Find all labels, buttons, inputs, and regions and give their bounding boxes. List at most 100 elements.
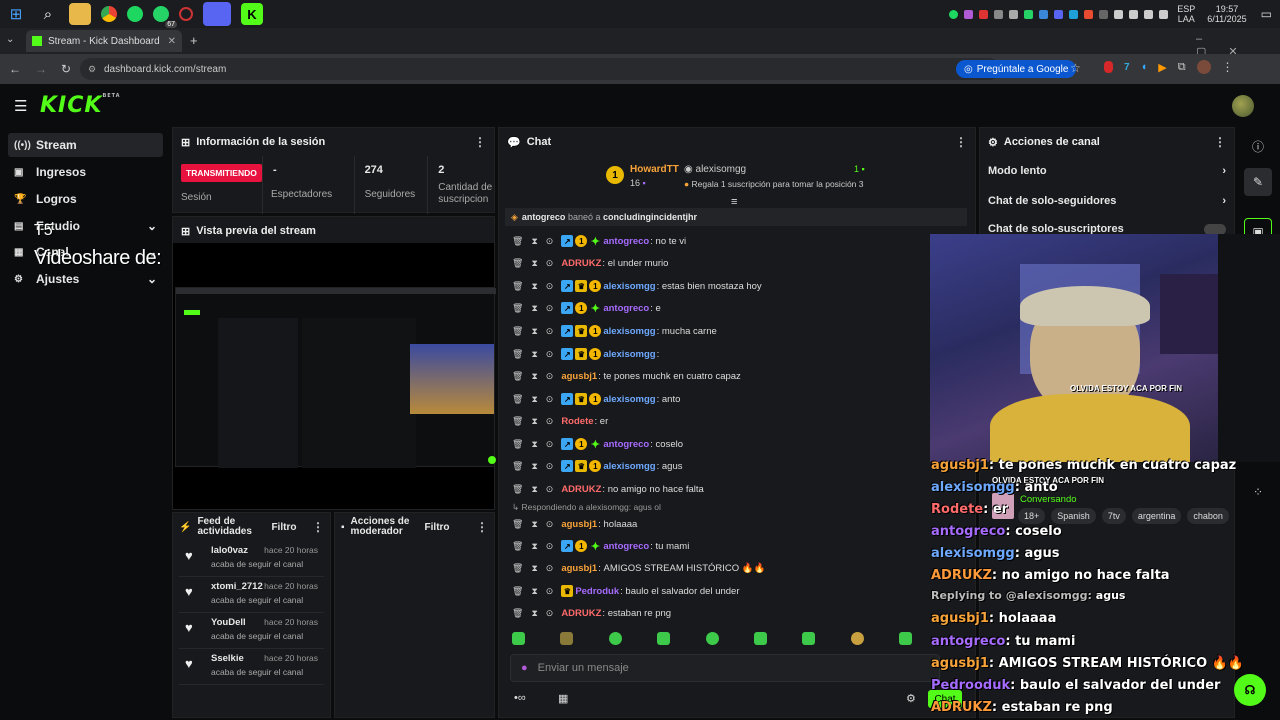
chat-message[interactable]: 🗑 ⧗ ⊙ agusbj1: holaaaa: [512, 514, 637, 534]
gift-user-name[interactable]: alexisomgg: [696, 164, 747, 175]
mod-shield-icon[interactable]: ⊙: [546, 281, 554, 292]
chat-username[interactable]: alexisomgg: [603, 349, 655, 360]
delete-icon[interactable]: 🗑: [512, 281, 523, 292]
extensions-icon[interactable]: ⧉: [1178, 61, 1186, 74]
chat-message[interactable]: 🗑 ⧗ ⊙ ↗ 1 ✦ antogreco: e: [512, 298, 661, 318]
delete-icon[interactable]: 🗑: [512, 326, 523, 337]
timeout-icon[interactable]: ⧗: [531, 461, 537, 472]
chat-username[interactable]: antogreco: [603, 439, 649, 450]
chat-username[interactable]: agusbj1: [561, 563, 597, 574]
clock[interactable]: 19:57 6/11/2025: [1207, 4, 1246, 24]
tab-search-icon[interactable]: ⌄: [6, 34, 14, 45]
sidebar-item-stream[interactable]: ((•)) Stream: [8, 133, 163, 157]
chat-message[interactable]: 🗑 ⧗ ⊙ ↗ 1 ✦ antogreco: coselo: [512, 434, 683, 454]
timeout-icon[interactable]: ⧗: [531, 519, 537, 530]
timeout-icon[interactable]: ⧗: [531, 484, 537, 495]
kebab-menu-icon[interactable]: ⋮: [1214, 135, 1226, 149]
wifi-icon[interactable]: [1144, 9, 1154, 19]
feed-user[interactable]: YouDell: [211, 617, 246, 628]
delete-icon[interactable]: 🗑: [512, 563, 523, 574]
mod-shield-icon[interactable]: ⊙: [546, 484, 554, 495]
mod-shield-icon[interactable]: ⊙: [546, 608, 554, 619]
browser-tab[interactable]: Stream - Kick Dashboard ✕: [26, 30, 182, 52]
timeout-icon[interactable]: ⧗: [531, 541, 537, 552]
emote-icon[interactable]: [753, 632, 767, 645]
chat-input[interactable]: ● Enviar un mensaje: [510, 654, 940, 682]
chat-message[interactable]: 🗑 ⧗ ⊙ ↗ ♛ 1 alexisomgg: mucha carne: [512, 321, 717, 341]
delete-icon[interactable]: 🗑: [512, 586, 523, 597]
app-icon[interactable]: [179, 7, 193, 21]
chat-message[interactable]: 🗑 ⧗ ⊙ Rodete: er: [512, 411, 608, 431]
action-slow-mode[interactable]: Modo lento ›: [980, 156, 1234, 186]
mod-shield-icon[interactable]: ⊙: [546, 563, 554, 574]
sidebar-item-logros[interactable]: 🏆 Logros: [8, 187, 163, 211]
emote-icon[interactable]: [899, 632, 912, 645]
delete-icon[interactable]: 🗑: [512, 541, 523, 552]
chat-username[interactable]: agusbj1: [561, 371, 597, 382]
extension-icon[interactable]: ▶: [1158, 61, 1166, 74]
timeout-icon[interactable]: ⧗: [531, 416, 537, 427]
delete-icon[interactable]: 🗑: [512, 439, 523, 450]
chat-username[interactable]: Rodete: [561, 416, 593, 427]
kebab-menu-icon[interactable]: ⋮: [476, 520, 488, 534]
feed-filter-button[interactable]: Filtro: [271, 522, 296, 533]
mod-shield-icon[interactable]: ⊙: [546, 326, 554, 337]
chat-message[interactable]: 🗑 ⧗ ⊙ agusbj1: te pones muchk en cuatro cap…: [512, 366, 741, 386]
forward-icon[interactable]: →: [35, 62, 47, 76]
extension-icon[interactable]: [1104, 61, 1113, 73]
chat-message[interactable]: 🗑 ⧗ ⊙ ↗ 1 ✦ antogreco: tu mami: [512, 536, 689, 556]
delete-icon[interactable]: 🗑: [512, 371, 523, 382]
chat-username[interactable]: alexisomgg: [603, 394, 655, 405]
timeout-icon[interactable]: ⧗: [531, 236, 537, 247]
stream-tag[interactable]: chabon: [1187, 508, 1229, 524]
close-tab-icon[interactable]: ✕: [168, 36, 176, 47]
mod-shield-icon[interactable]: ⊙: [546, 236, 554, 247]
delete-icon[interactable]: 🗑: [512, 394, 523, 405]
tray-icon[interactable]: [1024, 9, 1034, 19]
edit-icon[interactable]: ✎: [1244, 168, 1272, 196]
whatsapp-icon[interactable]: 67: [153, 6, 177, 28]
language-indicator[interactable]: ESP LAA: [1177, 4, 1195, 24]
mod-shield-icon[interactable]: ⊙: [546, 394, 554, 405]
chrome-icon[interactable]: [101, 6, 117, 22]
volume-icon[interactable]: [1159, 9, 1169, 19]
sidebar-item-ajustes[interactable]: ⚙ Ajustes ⌄: [8, 267, 163, 291]
spotify-icon[interactable]: [127, 6, 143, 22]
delete-icon[interactable]: 🗑: [512, 461, 523, 472]
delete-icon[interactable]: 🗑: [512, 519, 523, 530]
site-info-icon[interactable]: ⚙: [88, 64, 96, 75]
tray-icon[interactable]: [1099, 9, 1109, 19]
top-gifter-name[interactable]: HowardTT: [630, 164, 679, 175]
kebab-menu-icon[interactable]: ⋮: [312, 520, 324, 534]
ask-google-button[interactable]: ◎ Pregúntale a Google: [956, 60, 1077, 78]
mod-shield-icon[interactable]: ⊙: [546, 461, 554, 472]
tray-spotify-icon[interactable]: [949, 9, 959, 19]
tray-icon[interactable]: [1114, 9, 1124, 19]
chat-username[interactable]: antogreco: [603, 303, 649, 314]
mod-shield-icon[interactable]: ⊙: [546, 439, 554, 450]
tray-icon[interactable]: [979, 9, 989, 19]
kick-logo[interactable]: KICKBETA: [40, 93, 121, 118]
mod-shield-icon[interactable]: ⊙: [546, 371, 554, 382]
mod-shield-icon[interactable]: ⊙: [546, 519, 554, 530]
channel-points-icon[interactable]: •∞: [514, 692, 526, 704]
delete-icon[interactable]: 🗑: [512, 236, 523, 247]
emote-icon[interactable]: [512, 632, 525, 645]
notifications-icon[interactable]: ▭: [1261, 7, 1272, 21]
discord-icon[interactable]: [203, 2, 231, 26]
mod-shield-icon[interactable]: ⊙: [546, 541, 554, 552]
user-avatar[interactable]: [1232, 95, 1254, 117]
timeout-icon[interactable]: ⧗: [531, 586, 537, 597]
timeout-icon[interactable]: ⧗: [531, 563, 537, 574]
gift-cta[interactable]: ● Regala 1 suscripción para tomar la pos…: [684, 179, 864, 189]
delete-icon[interactable]: 🗑: [512, 349, 523, 360]
feed-user[interactable]: Sselkie: [211, 653, 244, 664]
info-icon[interactable]: ⓘ: [1244, 132, 1272, 160]
delete-icon[interactable]: 🗑: [512, 608, 523, 619]
kick-app-icon[interactable]: K: [241, 3, 263, 25]
emote-icon[interactable]: [608, 632, 622, 645]
bookmark-star-icon[interactable]: ☆: [1070, 61, 1081, 75]
delete-icon[interactable]: 🗑: [512, 258, 523, 269]
store-icon[interactable]: ▦: [558, 692, 568, 705]
extension-icon[interactable]: 7: [1124, 62, 1130, 73]
